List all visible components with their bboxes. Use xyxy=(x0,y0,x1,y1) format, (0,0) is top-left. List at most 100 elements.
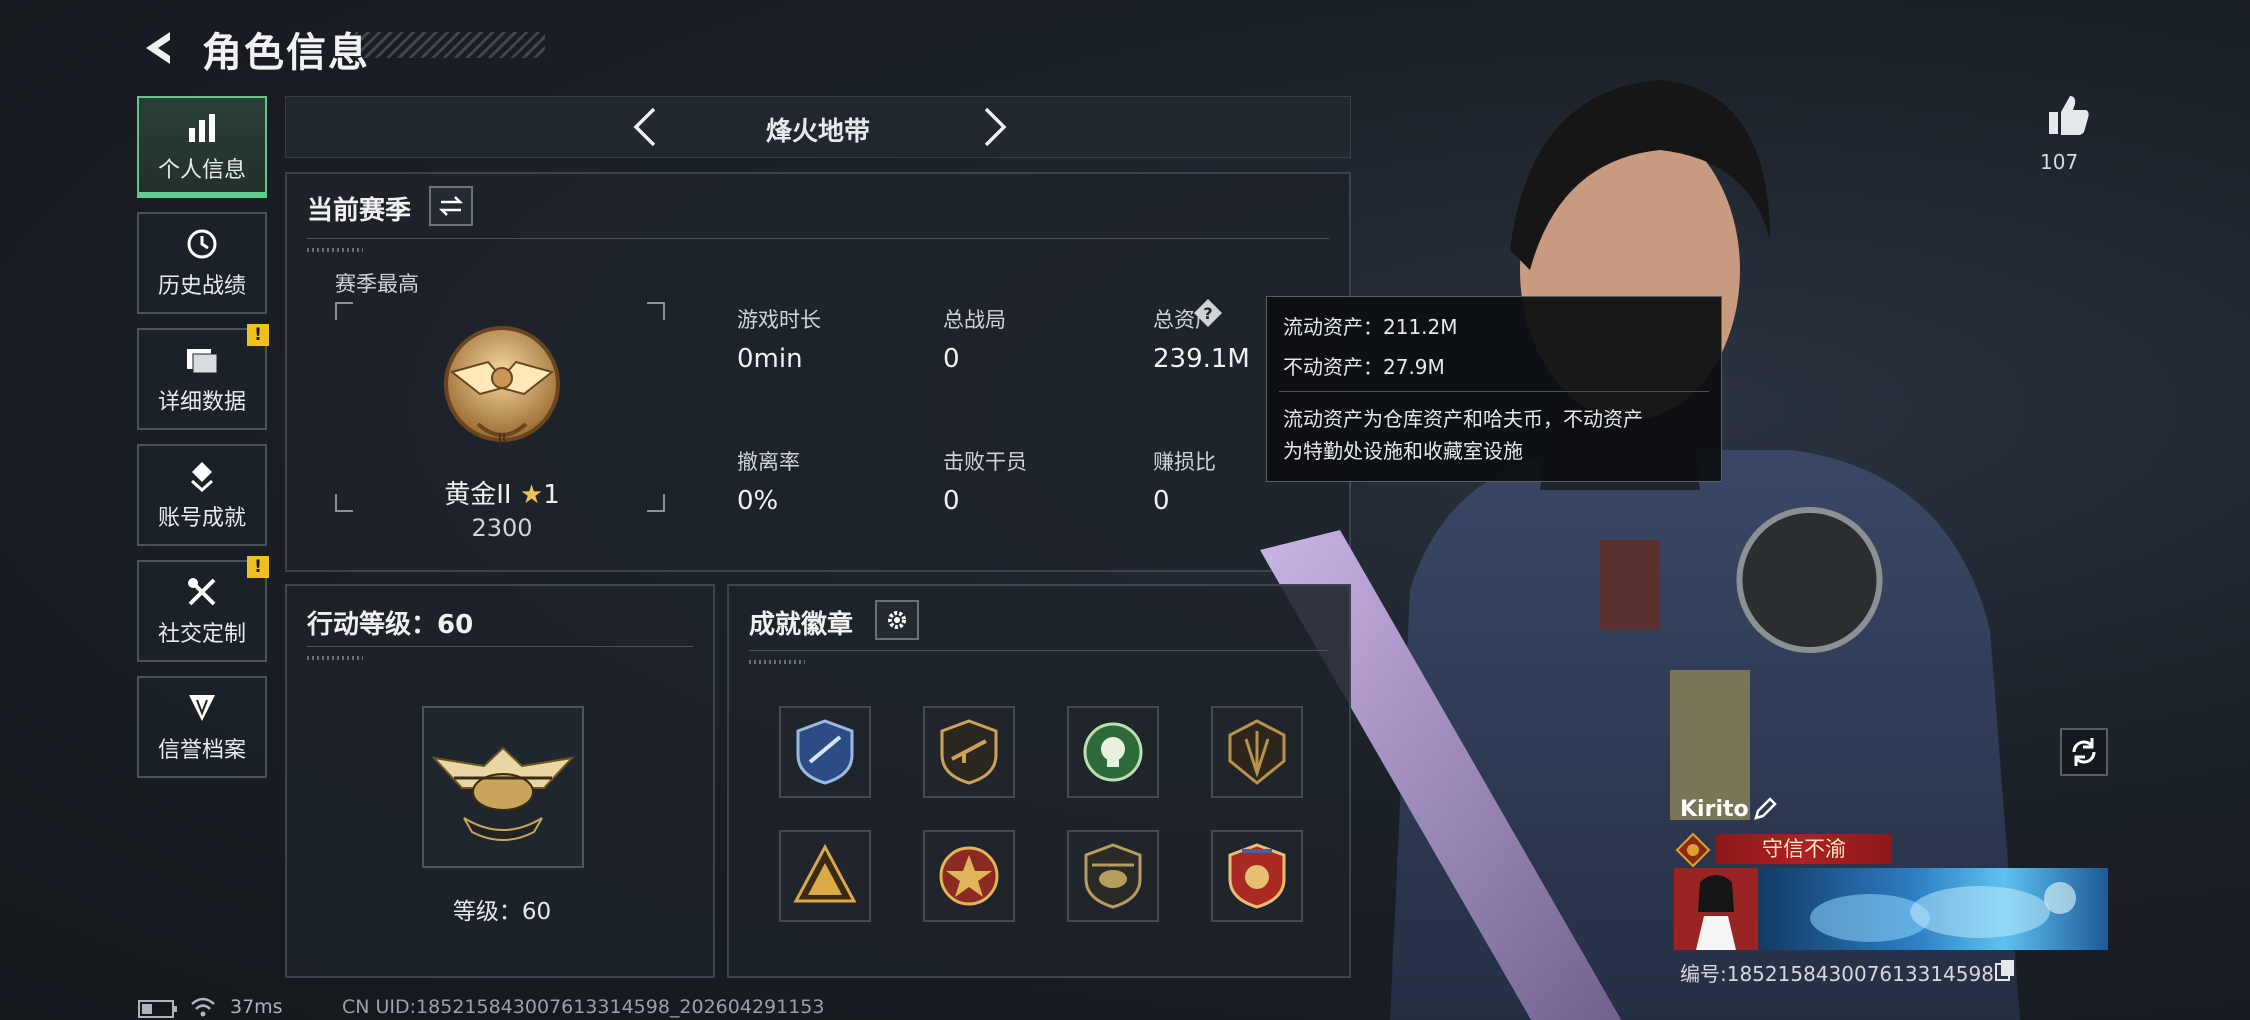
achievement-badges-panel: 成就徽章 xyxy=(727,584,1351,978)
green-skull-badge-icon xyxy=(1083,722,1143,782)
nav-item-detailed-data[interactable]: 详细数据 ! xyxy=(137,324,269,430)
player-avatar xyxy=(1674,868,1758,950)
copy-icon[interactable] xyxy=(1994,958,2016,982)
svg-text:II: II xyxy=(498,432,506,448)
player-id: 编号:18521584300761331459​8 xyxy=(1680,962,1994,986)
divider xyxy=(307,238,1329,239)
rank-name: 黄金II ★1 xyxy=(287,474,717,511)
network-ping: 37ms xyxy=(230,996,283,1018)
svg-text:?: ? xyxy=(1203,304,1212,323)
tools-icon xyxy=(184,574,220,610)
back-arrow-icon[interactable] xyxy=(140,28,180,68)
rank-stars: 1 xyxy=(543,480,560,510)
gold-pyramid-badge-icon xyxy=(793,843,857,903)
avatar-figure-icon xyxy=(1674,868,1758,950)
player-card-banner xyxy=(1760,868,2108,950)
history-icon xyxy=(184,226,220,262)
mode-selector: 烽火地带 xyxy=(285,96,1351,158)
badge-slot[interactable] xyxy=(1067,706,1159,798)
rotate-model-button[interactable] xyxy=(2060,728,2108,776)
assets-note-line1: 流动资产为仓库资产和哈夫币，不动资产 xyxy=(1283,407,1643,431)
fixed-assets: 不动资产：27.9M xyxy=(1283,355,1445,379)
badge-slot[interactable] xyxy=(923,830,1015,922)
season-panel: 当前赛季 赛季最高 II 黄金II ★1 2300 游戏时长 0min 总战局 … xyxy=(285,172,1351,572)
level-value: 等级：60 xyxy=(452,899,552,925)
tick-decoration xyxy=(307,656,363,660)
level-heading: 行动等级：60 xyxy=(307,610,474,640)
chevron-right-icon[interactable] xyxy=(974,105,1014,149)
alert-badge: ! xyxy=(247,556,269,578)
badge-slot[interactable] xyxy=(1211,706,1303,798)
reputation-icon xyxy=(184,690,220,726)
stat-value-extract-rate: 0% xyxy=(737,486,779,516)
divider xyxy=(1279,391,1709,392)
badge-slot[interactable] xyxy=(779,830,871,922)
nav-label: 详细数据 xyxy=(157,390,246,415)
tick-decoration xyxy=(307,248,363,252)
liquid-assets: 流动资产：211.2M xyxy=(1283,315,1458,339)
stat-label-profit-ratio: 赚损比 xyxy=(1153,450,1216,474)
player-title: 守信不渝 xyxy=(1716,834,1892,864)
active-indicator xyxy=(139,192,265,198)
edit-pencil-icon[interactable] xyxy=(1752,796,1778,822)
assets-note-line2: 为特勤处设施和收藏室设施 xyxy=(1283,439,1523,463)
level-emblem xyxy=(422,706,584,868)
alert-badge: ! xyxy=(247,324,269,346)
stat-label-playtime: 游戏时长 xyxy=(737,308,821,332)
rank-score: 2300 xyxy=(471,514,533,542)
achievement-icon xyxy=(184,458,220,494)
red-shield-badge-icon xyxy=(1228,843,1286,909)
nav-item-achievements[interactable]: 账号成就 xyxy=(137,444,267,546)
battery-icon xyxy=(138,1000,177,1018)
nav-label: 社交定制 xyxy=(157,622,246,647)
blue-shield-badge-icon xyxy=(796,719,854,785)
stat-value-total-matches: 0 xyxy=(943,344,960,374)
title-emblem-icon xyxy=(1675,832,1711,868)
nav-item-history[interactable]: 历史战绩 xyxy=(137,212,267,314)
badge-slot[interactable] xyxy=(1211,830,1303,922)
nav-item-reputation[interactable]: 信誉档案 xyxy=(137,676,267,778)
swap-icon xyxy=(438,196,464,216)
badge-settings-button[interactable] xyxy=(875,600,919,640)
stat-value-profit-ratio: 0 xyxy=(1153,486,1170,516)
assets-tooltip: 流动资产：211.2M 不动资产：27.9M 流动资产为仓库资产和哈夫币，不动资… xyxy=(1266,296,1722,482)
badges-heading: 成就徽章 xyxy=(749,610,854,640)
nav-item-social-custom[interactable]: 社交定制 ! xyxy=(137,556,269,662)
mode-title: 烽火地带 xyxy=(765,117,870,147)
stat-value-playtime: 0min xyxy=(737,344,803,374)
badge-slot[interactable] xyxy=(1067,830,1159,922)
season-heading: 当前赛季 xyxy=(307,196,412,226)
rank-tier: 黄金II xyxy=(444,480,512,510)
page-title: 角色信息 xyxy=(202,30,370,76)
stat-label-total-matches: 总战局 xyxy=(943,308,1006,332)
folder-icon xyxy=(184,342,220,378)
title-decoration xyxy=(355,32,545,58)
divider xyxy=(307,646,693,647)
badge-slot[interactable] xyxy=(923,706,1015,798)
thumbs-up-icon[interactable] xyxy=(2046,92,2092,138)
bar-chart-icon xyxy=(184,110,220,146)
gold-rank-emblem-icon: II xyxy=(444,326,560,448)
stat-label-extract-rate: 撤离率 xyxy=(737,450,800,474)
divider xyxy=(749,650,1329,651)
wifi-icon xyxy=(191,997,215,1017)
red-star-badge-icon xyxy=(939,846,999,906)
tick-decoration xyxy=(749,660,805,664)
player-name: Kirito xyxy=(1680,797,1749,822)
nav-label: 账号成就 xyxy=(157,506,246,531)
stat-value-kills: 0 xyxy=(943,486,960,516)
help-icon[interactable]: ? xyxy=(1193,298,1223,328)
nav-label: 历史战绩 xyxy=(157,274,246,299)
gold-helicopter-badge-icon xyxy=(1084,843,1142,909)
switch-season-button[interactable] xyxy=(429,186,473,226)
nav-label: 个人信息 xyxy=(157,158,246,183)
account-uid: CN UID:185215843007613314598_20260429115… xyxy=(342,996,825,1018)
refresh-icon xyxy=(2072,738,2096,766)
helicopter-wings-icon xyxy=(431,746,575,841)
star-icon: ★ xyxy=(519,480,544,510)
action-level-panel: 行动等级：60 等级：60 xyxy=(285,584,715,978)
gold-blade-badge-icon xyxy=(1228,719,1286,785)
nav-item-personal-info[interactable]: 个人信息 xyxy=(137,96,267,198)
stat-label-kills: 击败干员 xyxy=(943,450,1027,474)
badge-slot[interactable] xyxy=(779,706,871,798)
